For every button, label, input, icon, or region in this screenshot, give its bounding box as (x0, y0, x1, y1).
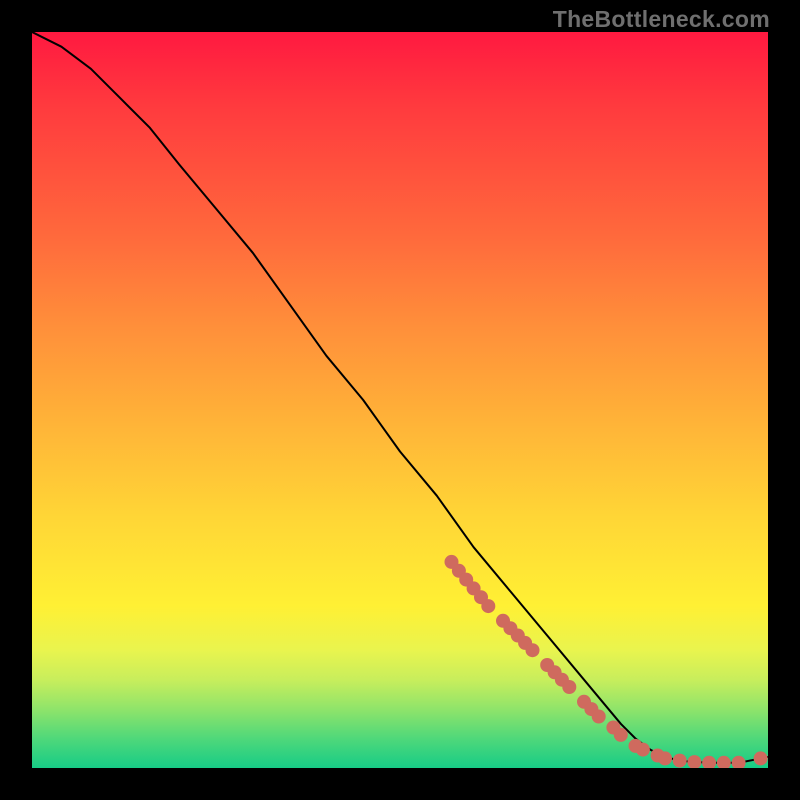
data-marker (732, 756, 746, 768)
data-marker (592, 710, 606, 724)
data-marker (562, 680, 576, 694)
data-marker (526, 643, 540, 657)
data-marker (673, 754, 687, 768)
data-marker (687, 755, 701, 768)
bottleneck-curve (32, 32, 768, 763)
data-markers (445, 555, 768, 768)
data-marker (717, 756, 731, 768)
chart-frame: TheBottleneck.com (0, 0, 800, 800)
data-marker (614, 728, 628, 742)
plot-area (32, 32, 768, 768)
data-marker (702, 756, 716, 768)
data-marker (754, 751, 768, 765)
data-marker (658, 751, 672, 765)
data-marker (636, 743, 650, 757)
plot-svg (32, 32, 768, 768)
watermark-text: TheBottleneck.com (553, 6, 770, 33)
data-marker (481, 599, 495, 613)
